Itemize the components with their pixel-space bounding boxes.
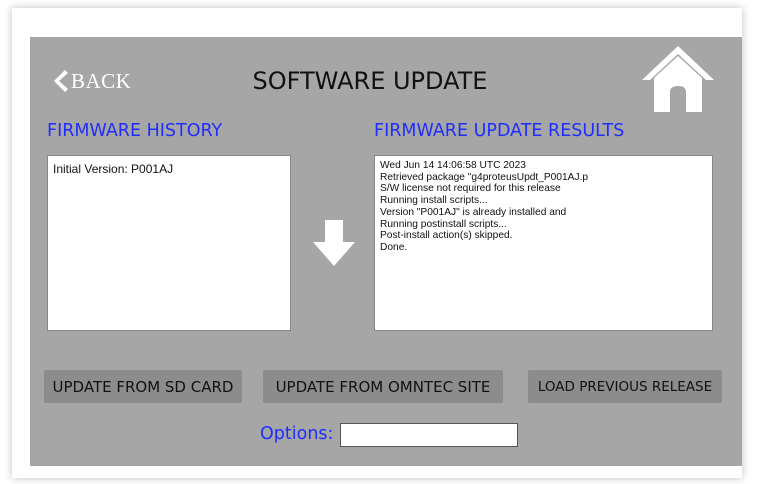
results-line: Post-install action(s) skipped. xyxy=(380,230,513,242)
results-line: Running install scripts... xyxy=(380,195,488,207)
firmware-history-label: FIRMWARE HISTORY xyxy=(47,121,223,141)
page-title: SOFTWARE UPDATE xyxy=(252,67,488,95)
back-label: BACK xyxy=(71,68,132,93)
home-button[interactable] xyxy=(640,42,716,114)
home-icon xyxy=(642,46,714,112)
results-line: Wed Jun 14 14:06:58 UTC 2023 xyxy=(380,160,526,171)
update-from-omntec-site-button[interactable]: UPDATE FROM OMNTEC SITE xyxy=(263,370,503,403)
firmware-results-box[interactable]: Wed Jun 14 14:06:58 UTC 2023 Retrieved p… xyxy=(374,155,713,331)
results-line: Running postinstall scripts... xyxy=(380,218,507,230)
options-input[interactable] xyxy=(340,423,518,447)
load-previous-release-button[interactable]: LOAD PREVIOUS RELEASE xyxy=(528,370,722,403)
chevron-left-icon xyxy=(54,70,68,92)
history-line: Initial Version: P001AJ xyxy=(53,162,174,176)
results-line: Version "P001AJ" is already installed an… xyxy=(380,206,567,218)
update-from-sd-card-button[interactable]: UPDATE FROM SD CARD xyxy=(44,370,242,403)
arrow-down-icon xyxy=(313,220,355,266)
options-label: Options: xyxy=(260,424,334,444)
firmware-history-box[interactable]: Initial Version: P001AJ xyxy=(47,155,291,331)
results-line: Retrieved package "g4proteusUpdt_P001AJ.… xyxy=(380,171,589,183)
back-button[interactable]: BACK xyxy=(52,66,131,96)
results-line: S/W license not required for this releas… xyxy=(380,183,561,195)
firmware-results-label: FIRMWARE UPDATE RESULTS xyxy=(374,121,625,141)
results-line: Done. xyxy=(380,241,408,253)
